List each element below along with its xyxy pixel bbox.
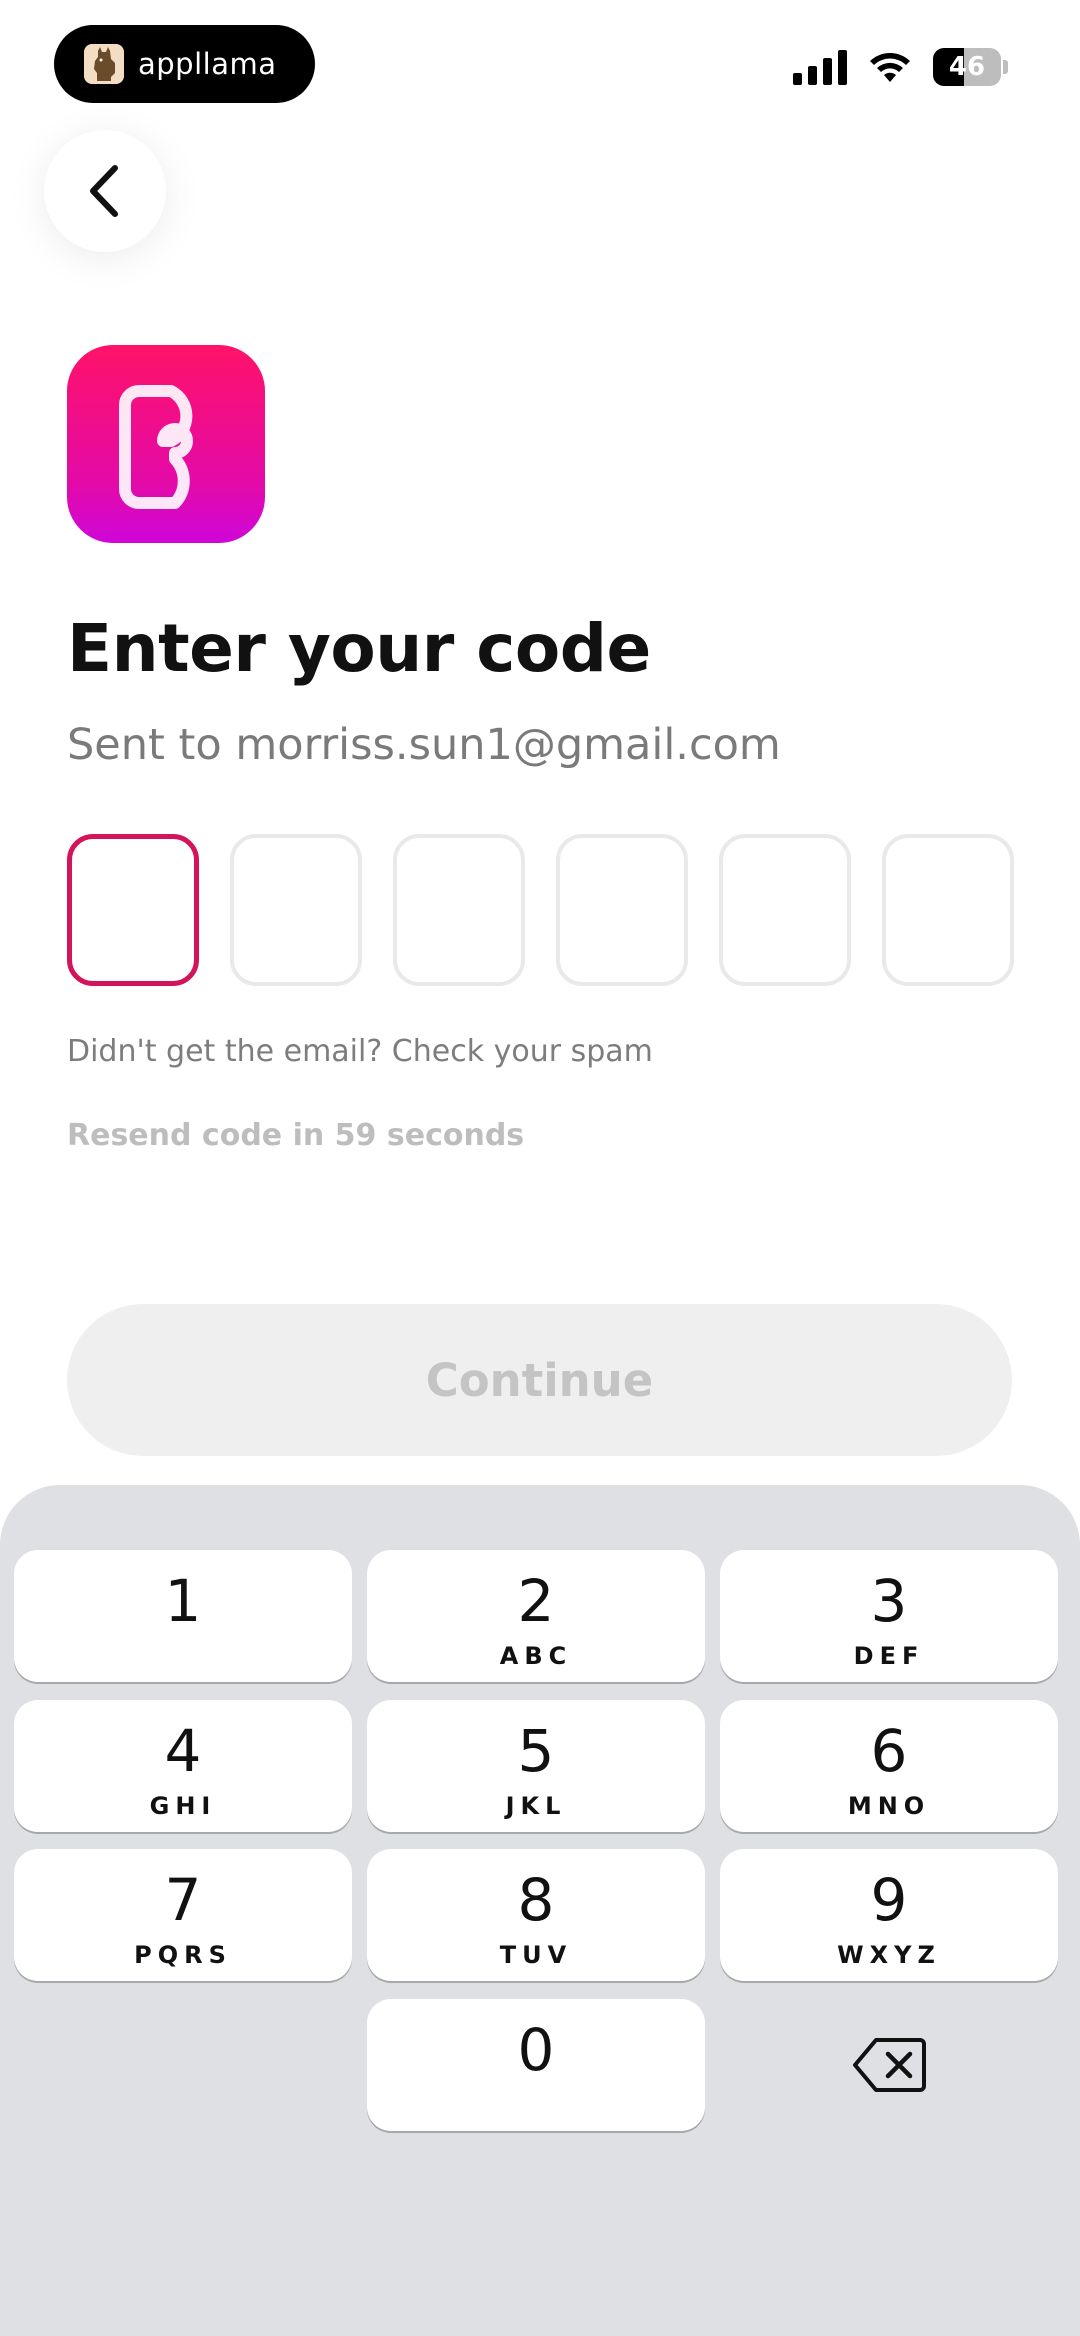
app-logo-icon [67, 345, 265, 543]
key-3[interactable]: 3 DEF [720, 1550, 1058, 1682]
key-letters: PQRS [134, 1941, 232, 1969]
key-letters: DEF [853, 1642, 925, 1670]
key-7[interactable]: 7 PQRS [14, 1849, 352, 1981]
recording-badge: appllama [54, 25, 315, 103]
key-0[interactable]: 0 [367, 1999, 705, 2131]
key-digit: 4 [164, 1717, 202, 1785]
chevron-left-icon [90, 165, 118, 217]
wifi-icon [870, 53, 910, 82]
code-digit-3[interactable] [393, 834, 525, 986]
delete-button[interactable] [720, 1999, 1058, 2131]
key-letters: TUV [499, 1941, 573, 1969]
key-digit: 9 [870, 1866, 908, 1934]
key-digit: 3 [870, 1567, 908, 1635]
key-letters: ABC [499, 1642, 573, 1670]
key-9[interactable]: 9 WXYZ [720, 1849, 1058, 1981]
code-digit-6[interactable] [882, 834, 1014, 986]
battery-level: 46 [948, 52, 986, 82]
key-letters: JKL [505, 1792, 567, 1820]
key-digit: 8 [517, 1866, 555, 1934]
code-digit-5[interactable] [719, 834, 851, 986]
key-digit: 2 [517, 1567, 555, 1635]
signal-icon [793, 49, 847, 85]
key-letters: MNO [847, 1792, 931, 1820]
key-letters: WXYZ [837, 1941, 941, 1969]
code-digit-1[interactable] [67, 834, 199, 986]
key-4[interactable]: 4 GHI [14, 1700, 352, 1832]
llama-logo-icon [84, 44, 124, 84]
key-digit: 0 [517, 2016, 555, 2084]
key-6[interactable]: 6 MNO [720, 1700, 1058, 1832]
status-icons: 46 [793, 48, 1008, 86]
brand-name: appllama [138, 47, 277, 81]
backspace-icon [853, 2038, 926, 2092]
numeric-keypad: 1 2 ABC 3 DEF 4 GHI 5 JKL 6 MNO 7 PQRS 8… [0, 1485, 1080, 2336]
resend-code-link[interactable]: Resend code in 59 seconds [67, 1118, 524, 1153]
battery-icon: 46 [933, 48, 1008, 86]
back-button[interactable] [44, 130, 166, 252]
key-digit: 7 [164, 1866, 202, 1934]
page-title: Enter your code [67, 610, 651, 687]
key-digit: 6 [870, 1717, 908, 1785]
key-5[interactable]: 5 JKL [367, 1700, 705, 1832]
sent-to-text: Sent to morriss.sun1@gmail.com [67, 720, 781, 770]
key-letters: GHI [149, 1792, 217, 1820]
key-1[interactable]: 1 [14, 1550, 352, 1682]
spam-hint: Didn't get the email? Check your spam [67, 1034, 653, 1069]
code-digit-2[interactable] [230, 834, 362, 986]
key-digit: 1 [164, 1567, 202, 1635]
code-input-group [67, 834, 1014, 986]
continue-button[interactable]: Continue [67, 1304, 1012, 1456]
key-8[interactable]: 8 TUV [367, 1849, 705, 1981]
key-digit: 5 [517, 1717, 555, 1785]
key-2[interactable]: 2 ABC [367, 1550, 705, 1682]
code-digit-4[interactable] [556, 834, 688, 986]
